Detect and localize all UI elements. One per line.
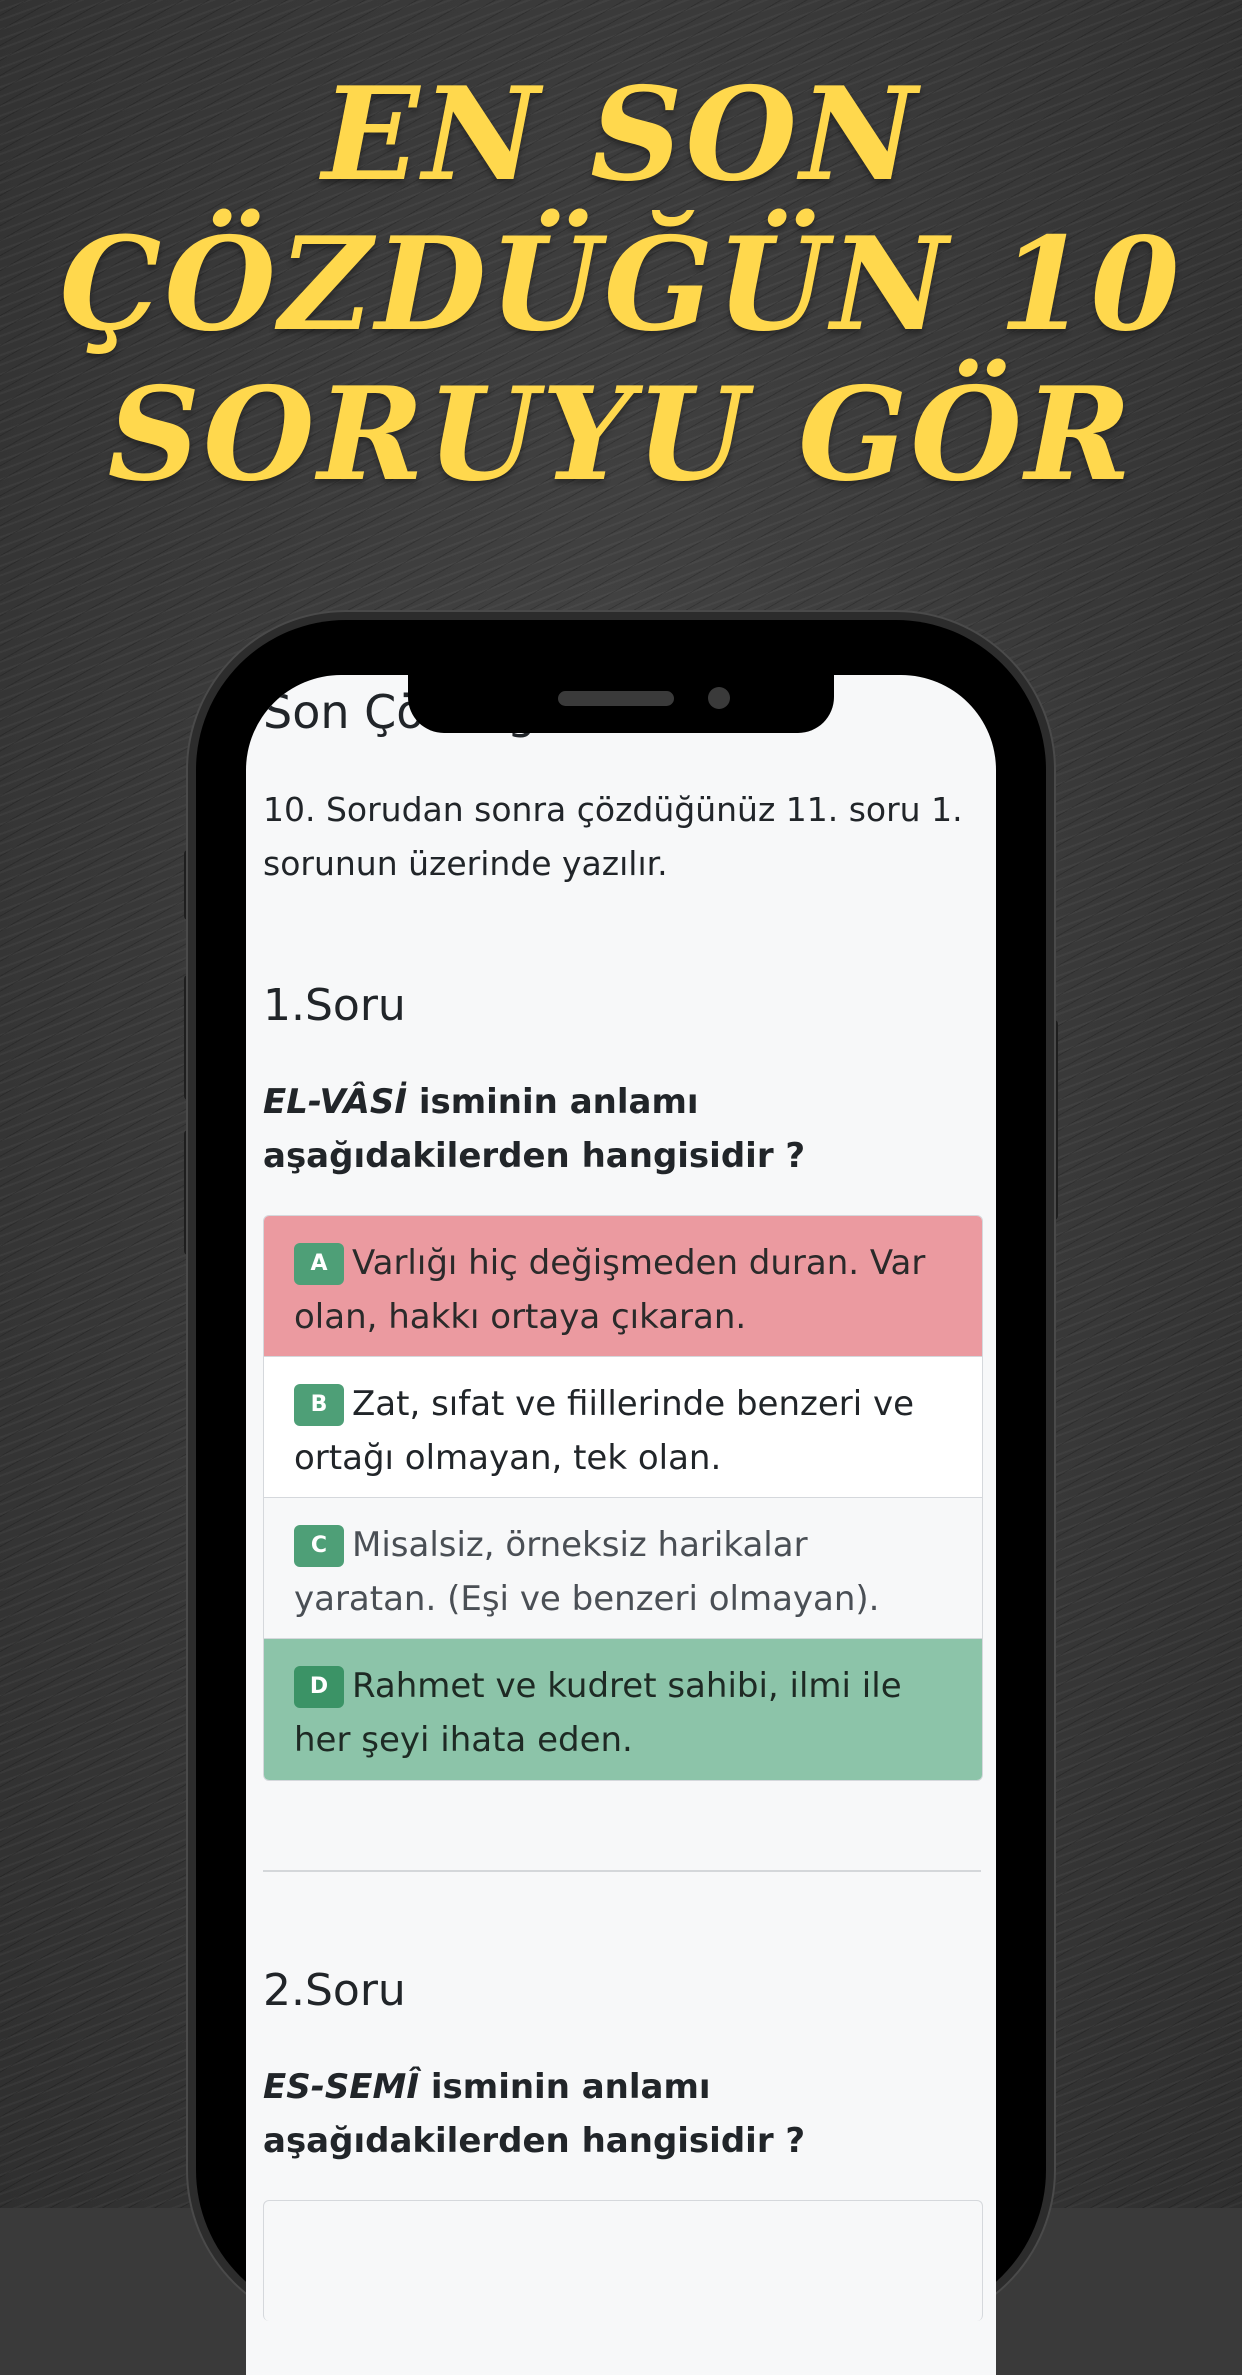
option-text: Rahmet ve kudret sahibi, ilmi ile her şe… bbox=[294, 1666, 902, 1760]
answer-option-c[interactable]: C Misalsiz, örneksiz harikalar yaratan. (… bbox=[264, 1498, 982, 1639]
phone-volume-button bbox=[184, 1130, 194, 1255]
answer-options: A Varlığı hiç değişmeden duran. Var olan,… bbox=[263, 1215, 983, 1781]
answer-option-b[interactable]: B Zat, sıfat ve fiillerinde benzeri ve or… bbox=[264, 1357, 982, 1498]
headline-line-3: SORUYU GÖR bbox=[107, 360, 1135, 510]
option-text: Varlığı hiç değişmeden duran. Var olan, … bbox=[294, 1243, 926, 1337]
phone-volume-button bbox=[184, 850, 194, 920]
question-term: EL-VÂSİ bbox=[263, 1082, 407, 1122]
option-letter-badge: B bbox=[294, 1384, 344, 1426]
option-text: Zat, sıfat ve fiillerinde benzeri ve ort… bbox=[294, 1384, 915, 1478]
question-divider bbox=[263, 1870, 981, 1872]
question-heading: 1.Soru bbox=[263, 980, 406, 1031]
promo-headline: EN SON ÇÖZDÜĞÜN 10 SORUYU GÖR bbox=[0, 60, 1242, 510]
option-text: Misalsiz, örneksiz harikalar yaratan. (E… bbox=[294, 1525, 880, 1619]
question-term: ES-SEMÎ bbox=[263, 2067, 420, 2107]
headline-line-1: EN SON bbox=[321, 60, 921, 210]
answer-option-a[interactable]: A Varlığı hiç değişmeden duran. Var olan,… bbox=[264, 1216, 982, 1357]
intro-text: 10. Sorudan sonra çözdüğünüz 11. soru 1.… bbox=[263, 790, 963, 883]
answer-option-d[interactable]: D Rahmet ve kudret sahibi, ilmi ile her ş… bbox=[264, 1639, 982, 1780]
speaker-grille bbox=[558, 691, 674, 706]
phone-screen: Son Çözdüğün 10 Soru 10. Sorudan sonra ç… bbox=[246, 675, 996, 2375]
phone-notch bbox=[408, 675, 834, 733]
question-text: ES-SEMÎ isminin anlamı aşağıdakilerden h… bbox=[263, 2060, 963, 2168]
question-heading: 2.Soru bbox=[263, 1965, 406, 2016]
option-letter-badge: D bbox=[294, 1666, 344, 1708]
front-camera bbox=[708, 687, 730, 709]
phone-volume-button bbox=[184, 975, 194, 1100]
option-letter-badge: C bbox=[294, 1525, 344, 1567]
option-letter-badge: A bbox=[294, 1243, 344, 1285]
question-text: EL-VÂSİ isminin anlamı aşağıdakilerden h… bbox=[263, 1075, 963, 1183]
phone-power-button bbox=[1048, 1020, 1058, 1220]
headline-line-2: ÇÖZDÜĞÜN 10 bbox=[59, 210, 1183, 360]
answer-options bbox=[263, 2200, 983, 2321]
phone-frame: Son Çözdüğün 10 Soru 10. Sorudan sonra ç… bbox=[196, 620, 1046, 2375]
